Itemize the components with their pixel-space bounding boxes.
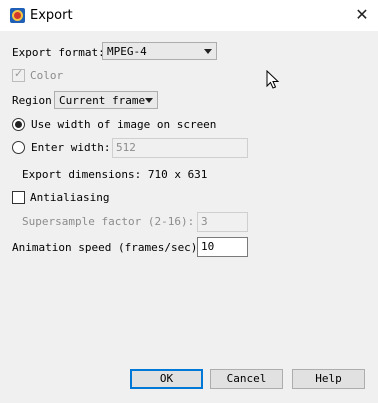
export-format-select[interactable]: MPEG-4 [102,42,217,60]
mouse-cursor-icon [266,70,280,89]
use-screen-width-radio[interactable] [12,118,25,131]
enter-width-field[interactable]: 512 [112,138,248,158]
title-bar: Export ✕ [0,0,378,31]
cancel-button[interactable]: Cancel [210,369,283,389]
help-button[interactable]: Help [292,369,365,389]
region-value: Current frame [59,94,146,107]
dropdown-arrow-icon [204,49,212,54]
color-checkbox[interactable]: ✓ [12,67,25,82]
antialiasing-label: Antialiasing [30,191,110,204]
use-screen-width-label: Use width of image on screen [31,118,217,131]
ok-button[interactable]: OK [130,369,203,389]
antialiasing-checkbox[interactable] [12,191,25,204]
region-label: Region [12,94,52,107]
window-title: Export [30,8,73,23]
enter-width-label: Enter width: [31,141,111,154]
export-format-value: MPEG-4 [107,45,147,58]
app-icon [10,8,25,23]
radio-selected-dot [15,121,22,128]
export-format-label: Export format: [12,46,105,59]
region-select[interactable]: Current frame [54,91,158,109]
supersample-label: Supersample factor (2-16): [22,215,195,228]
close-icon[interactable]: ✕ [350,3,374,27]
animation-speed-label: Animation speed (frames/sec): [12,241,205,254]
dropdown-arrow-icon [145,98,153,103]
supersample-field[interactable]: 3 [197,212,248,232]
color-label: Color [30,69,64,82]
checkmark-icon: ✓ [14,67,24,80]
export-dimensions-text: Export dimensions: 710 x 631 [22,168,208,181]
animation-speed-field[interactable]: 10 [197,237,248,257]
enter-width-radio[interactable] [12,141,25,154]
